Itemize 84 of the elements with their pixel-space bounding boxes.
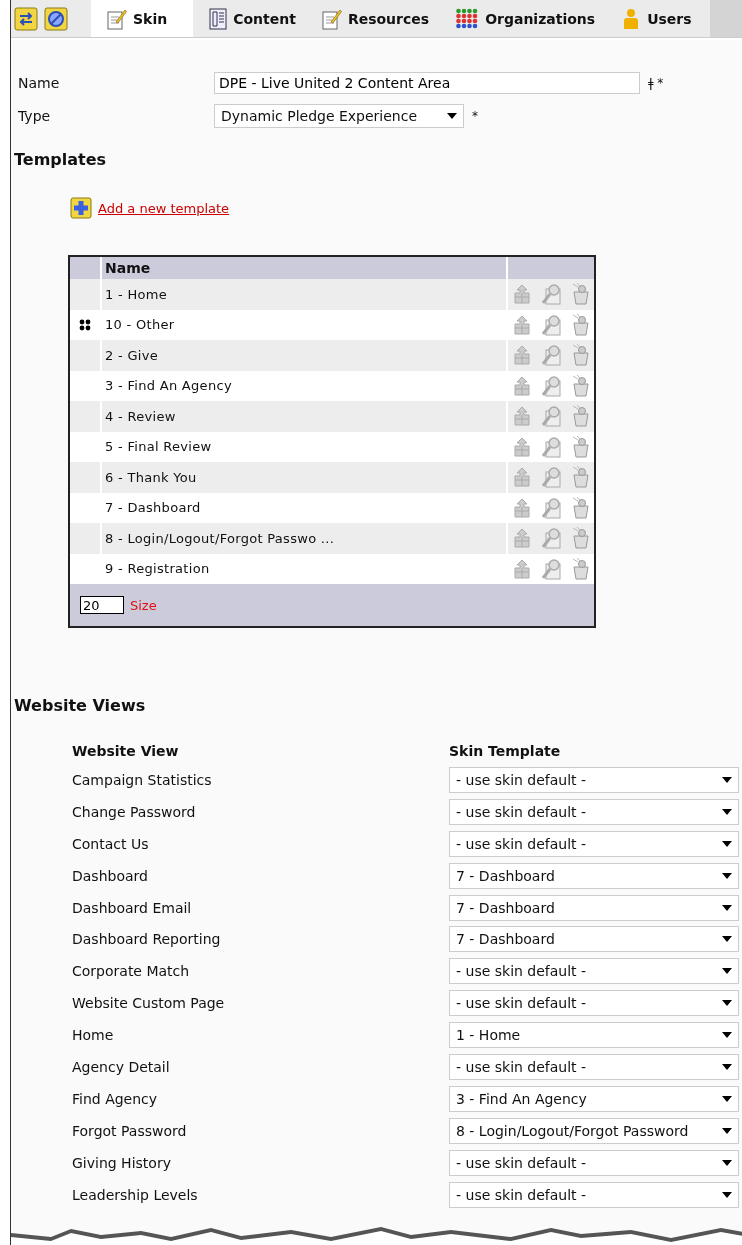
tab[interactable]: Content bbox=[193, 0, 306, 37]
template-dropdown[interactable]: - use skin default - bbox=[449, 1149, 739, 1176]
table-cell: 6 - Thank You bbox=[102, 462, 508, 493]
view-label: Website Custom Page bbox=[72, 995, 226, 1012]
edit-icon[interactable] bbox=[540, 527, 562, 550]
tab[interactable]: Organizations bbox=[439, 0, 606, 37]
template-dropdown[interactable]: - use skin default - bbox=[449, 1181, 739, 1208]
view-label: Home bbox=[72, 1027, 115, 1044]
grid-dots-icon bbox=[455, 7, 480, 30]
template-dropdown[interactable]: 3 - Find An Agency bbox=[449, 1085, 739, 1112]
caret-icon bbox=[447, 112, 457, 119]
table-cell: 4 - Review bbox=[102, 401, 508, 432]
name-field[interactable]: DPE - Live United 2 Content Area bbox=[214, 71, 640, 94]
template-dropdown[interactable]: 7 - Dashboard bbox=[449, 926, 739, 953]
template-dropdown[interactable]: 7 - Dashboard bbox=[449, 894, 739, 921]
template-dropdown[interactable]: - use skin default - bbox=[449, 958, 739, 985]
column-header: Skin Template bbox=[449, 743, 561, 759]
caret-icon bbox=[722, 1159, 732, 1166]
add-icon[interactable] bbox=[70, 197, 92, 219]
edit-icon[interactable] bbox=[540, 435, 562, 458]
edit-icon[interactable] bbox=[540, 344, 562, 367]
template-dropdown[interactable]: 8 - Login/Logout/Forgot Password bbox=[449, 1117, 739, 1144]
view-label: Change Password bbox=[72, 803, 197, 820]
edit-icon[interactable] bbox=[540, 405, 562, 428]
swap-arrows-icon[interactable] bbox=[14, 6, 38, 31]
table-cell: 1 - Home bbox=[102, 279, 508, 310]
section-heading: Website Views bbox=[14, 696, 147, 715]
edit-icon[interactable] bbox=[540, 496, 562, 519]
drag-handle-icon[interactable] bbox=[79, 318, 91, 331]
tab[interactable]: Resources bbox=[305, 0, 440, 37]
caret-icon bbox=[722, 808, 732, 815]
note-pencil-icon bbox=[107, 7, 127, 30]
template-dropdown[interactable]: - use skin default - bbox=[449, 990, 739, 1017]
cancel-icon[interactable] bbox=[44, 6, 68, 31]
template-dropdown[interactable]: - use skin default - bbox=[449, 798, 739, 825]
column-header: Website View bbox=[72, 743, 180, 759]
caret-icon bbox=[722, 1191, 732, 1198]
caret-icon bbox=[722, 968, 732, 975]
view-label: Dashboard Reporting bbox=[72, 931, 222, 948]
type-dropdown[interactable]: Dynamic Pledge Experience bbox=[214, 103, 464, 128]
section-heading: Templates bbox=[14, 150, 108, 169]
tab[interactable]: Skin bbox=[91, 0, 194, 37]
view-label: Agency Detail bbox=[72, 1058, 171, 1075]
field-label: Name bbox=[18, 74, 61, 91]
caret-icon bbox=[722, 840, 732, 847]
required-mark: * bbox=[472, 108, 478, 123]
caret-icon bbox=[722, 936, 732, 943]
edit-icon[interactable] bbox=[540, 374, 562, 397]
table-cell: 2 - Give bbox=[102, 340, 508, 371]
template-dropdown[interactable]: - use skin default - bbox=[449, 1053, 739, 1080]
field-label: Type bbox=[18, 107, 52, 124]
view-label: Forgot Password bbox=[72, 1122, 188, 1139]
caret-icon bbox=[722, 1000, 732, 1007]
edit-icon[interactable] bbox=[540, 313, 562, 336]
document-icon bbox=[209, 7, 228, 30]
template-dropdown[interactable]: - use skin default - bbox=[449, 830, 739, 857]
view-label: Giving History bbox=[72, 1154, 172, 1171]
caret-icon bbox=[722, 1095, 732, 1102]
table-cell: 8 - Login/Logout/Forgot Passwo ... bbox=[102, 523, 508, 554]
caret-icon bbox=[722, 1063, 732, 1070]
template-dropdown[interactable]: - use skin default - bbox=[449, 766, 739, 793]
view-label: Corporate Match bbox=[72, 963, 191, 980]
view-label: Campaign Statistics bbox=[72, 771, 213, 788]
note-pencil-icon bbox=[321, 7, 342, 30]
page-size-field[interactable]: 20 bbox=[80, 596, 124, 614]
view-label: Contact Us bbox=[72, 835, 150, 852]
caret-icon bbox=[722, 1032, 732, 1039]
template-dropdown[interactable]: 7 - Dashboard bbox=[449, 862, 739, 889]
view-label: Dashboard bbox=[72, 867, 149, 884]
required-marks: ǂ * bbox=[648, 75, 664, 90]
edit-icon[interactable] bbox=[540, 557, 562, 580]
caret-icon bbox=[722, 1127, 732, 1134]
view-label: Find Agency bbox=[72, 1090, 159, 1107]
add-template-link[interactable]: Add a new template bbox=[98, 200, 230, 216]
edit-icon[interactable] bbox=[540, 466, 562, 489]
view-label: Leadership Levels bbox=[72, 1186, 199, 1203]
edit-icon[interactable] bbox=[540, 283, 562, 306]
size-label: Size bbox=[130, 597, 157, 613]
view-label: Dashboard Email bbox=[72, 899, 193, 916]
caret-icon bbox=[722, 872, 732, 879]
caret-icon bbox=[722, 904, 732, 911]
tab[interactable]: Users bbox=[605, 0, 702, 37]
caret-icon bbox=[722, 776, 732, 783]
template-dropdown[interactable]: 1 - Home bbox=[449, 1022, 739, 1049]
